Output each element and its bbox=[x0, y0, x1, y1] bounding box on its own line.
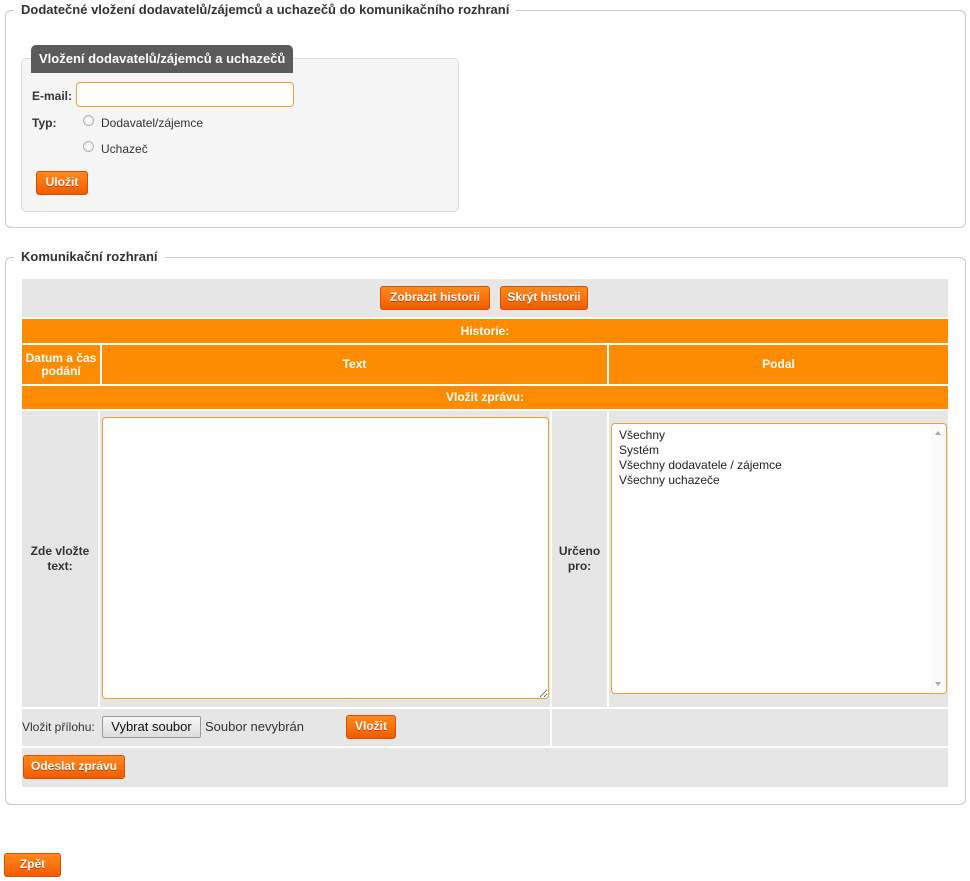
attachment-label: Vložit přílohu: bbox=[22, 720, 95, 734]
recipient-option[interactable]: Systém bbox=[619, 443, 659, 457]
radio-bidder-label: Uchazeč bbox=[101, 142, 148, 156]
attachment-cell: Vložit přílohu: Vybrat soubor Soubor nev… bbox=[22, 709, 550, 746]
supplier-insert-legend: Dodatečné vložení dodavatelů/zájemců a u… bbox=[14, 2, 517, 18]
supplier-insert-fieldset: Dodatečné vložení dodavatelů/zájemců a u… bbox=[5, 2, 966, 228]
supplier-insert-panel-title: Vložení dodavatelů/zájemců a uchazečů bbox=[31, 45, 294, 73]
scroll-down-icon[interactable] bbox=[935, 682, 941, 686]
insert-message-header: Vložit zprávu: bbox=[22, 386, 948, 409]
history-toolbar: Zobrazit historii Skrýt historii bbox=[22, 279, 948, 317]
hide-history-button[interactable]: Skrýt historii bbox=[500, 286, 588, 310]
radio-supplier[interactable] bbox=[83, 115, 94, 126]
communication-legend: Komunikační rozhraní bbox=[14, 249, 165, 265]
message-text-cell bbox=[100, 411, 550, 707]
attachment-empty-cell bbox=[552, 709, 948, 746]
radio-supplier-label: Dodavatel/zájemce bbox=[101, 116, 204, 130]
send-message-button[interactable]: Odeslat zprávu bbox=[23, 755, 125, 779]
column-text: Text bbox=[102, 345, 607, 384]
send-row: Odeslat zprávu bbox=[22, 748, 948, 787]
email-label: E-mail: bbox=[32, 89, 73, 103]
radio-bidder[interactable] bbox=[83, 141, 94, 152]
recipient-listbox[interactable]: Všechny Systém Všechny dodavatele / záje… bbox=[611, 423, 947, 694]
insert-attachment-button[interactable]: Vložit bbox=[346, 715, 396, 739]
choose-file-button[interactable]: Vybrat soubor bbox=[102, 716, 201, 738]
scroll-up-icon[interactable] bbox=[935, 431, 941, 435]
column-datetime: Datum a čas podání bbox=[22, 345, 100, 384]
back-button[interactable]: Zpět bbox=[4, 853, 61, 877]
message-textarea[interactable] bbox=[102, 417, 549, 699]
column-submitted-by: Podal bbox=[609, 345, 948, 384]
text-label: Zde vložte text: bbox=[22, 411, 98, 707]
save-button[interactable]: Uložit bbox=[36, 171, 88, 195]
listbox-scrollbar[interactable] bbox=[931, 424, 946, 693]
recipient-cell: Všechny Systém Všechny dodavatele / záje… bbox=[609, 411, 948, 707]
recipient-option[interactable]: Všechny bbox=[619, 428, 665, 442]
show-history-button[interactable]: Zobrazit historii bbox=[380, 286, 490, 310]
recipient-option[interactable]: Všechny dodavatele / zájemce bbox=[619, 458, 782, 472]
type-label: Typ: bbox=[32, 116, 57, 130]
recipient-label: Určeno pro: bbox=[552, 411, 607, 707]
email-input[interactable] bbox=[76, 82, 294, 107]
no-file-text: Soubor nevybrán bbox=[205, 719, 305, 734]
supplier-insert-panel: E-mail: Typ: Dodavatel/zájemce Uchazeč U… bbox=[21, 58, 459, 212]
recipient-option[interactable]: Všechny uchazeče bbox=[619, 473, 720, 487]
history-header: Historie: bbox=[22, 319, 948, 343]
